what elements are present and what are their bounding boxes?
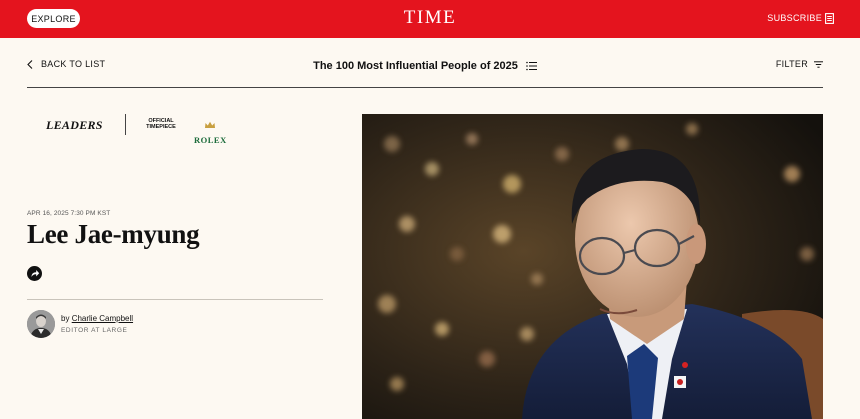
sponsor-divider [125, 114, 126, 135]
time-logo[interactable]: TIME [0, 7, 860, 29]
hero-photo [362, 114, 823, 419]
author-name-link[interactable]: Charlie Campbell [72, 314, 133, 323]
category-label[interactable]: LEADERS [46, 118, 103, 133]
share-arrow-icon [31, 270, 39, 277]
author-role: EDITOR AT LARGE [61, 327, 128, 334]
list-title: The 100 Most Influential People of 2025 [313, 60, 518, 72]
byline: by Charlie Campbell [61, 314, 133, 323]
author-portrait-image [27, 310, 55, 338]
official-line-2: TIMEPIECE [146, 124, 176, 130]
byline-prefix: by [61, 314, 70, 323]
filter-icon [814, 60, 823, 68]
filter-button[interactable]: FILTER [776, 59, 823, 69]
article-headline: Lee Jae-myung [27, 219, 200, 249]
list-title-button[interactable]: The 100 Most Influential People of 2025 [313, 60, 537, 72]
official-timepiece-label: OFFICIAL TIMEPIECE [146, 118, 176, 130]
subscribe-icon[interactable] [825, 13, 834, 24]
subscribe-link[interactable]: SUBSCRIBE [767, 13, 822, 23]
publish-date: APR 16, 2025 7:30 PM KST [27, 210, 111, 217]
list-title-bar: The 100 Most Influential People of 2025 [27, 60, 823, 72]
author-avatar[interactable] [27, 310, 55, 338]
list-navigation: BACK TO LIST The 100 Most Influential Pe… [27, 52, 823, 88]
rolex-wordmark: ROLEX [194, 135, 227, 145]
portrait-photo-image [362, 114, 823, 419]
top-bar: EXPLORE TIME SUBSCRIBE [0, 0, 860, 38]
share-button[interactable] [27, 266, 42, 281]
filter-label: FILTER [775, 59, 808, 69]
list-icon [526, 61, 537, 71]
author-divider [27, 299, 323, 300]
crown-icon [205, 121, 215, 128]
rolex-logo[interactable]: ROLEX [194, 116, 226, 145]
